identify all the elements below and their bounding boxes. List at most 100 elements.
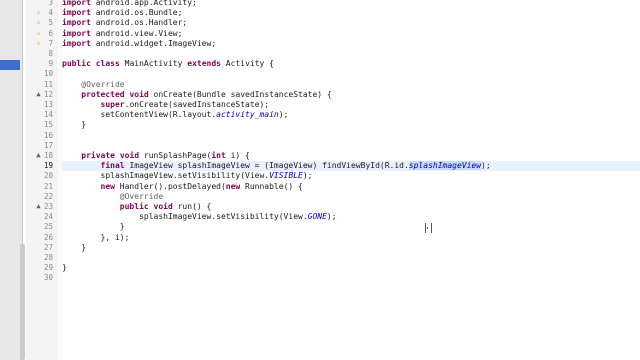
line-number: 25: [43, 222, 53, 232]
code-token: void: [129, 89, 149, 99]
code-line[interactable]: }: [62, 120, 640, 130]
code-token: import: [62, 18, 91, 28]
code-line[interactable]: import android.os.Bundle;: [62, 8, 640, 18]
code-token: }: [62, 242, 87, 252]
code-token: public: [119, 202, 149, 211]
code-token: protected: [81, 89, 125, 99]
code-line[interactable]: [62, 273, 640, 283]
line-number: 15: [43, 120, 53, 130]
code-token: import: [62, 8, 91, 18]
code-token: setContentView(R.layout.: [62, 110, 217, 120]
code-token: import: [62, 28, 91, 38]
code-token: splashImageView.setVisibility(View.: [62, 171, 270, 181]
line-number: 17: [43, 140, 53, 150]
warning-icon[interactable]: ⚠: [35, 39, 42, 47]
code-line[interactable]: }: [62, 222, 640, 232]
line-number: 19: [43, 161, 53, 171]
code-line[interactable]: new Handler().postDelayed(new Runnable()…: [62, 182, 640, 192]
warning-icon[interactable]: ⚠: [35, 29, 42, 37]
line-number: 11: [43, 79, 53, 89]
line-number: 27: [43, 242, 53, 252]
code-token: );: [326, 212, 337, 222]
code-token: }, i);: [62, 232, 130, 242]
code-line[interactable]: splashImageView.setVisibility(View.GONE)…: [62, 212, 640, 222]
override-indicator-icon[interactable]: ▲: [35, 90, 42, 98]
code-line[interactable]: [62, 69, 640, 79]
code-token: onCreate(Bundle savedInstanceState) {: [148, 89, 332, 99]
code-token: VISIBLE: [269, 171, 303, 181]
code-token: int: [211, 151, 226, 160]
code-line[interactable]: splashImageView.setVisibility(View.VISIB…: [62, 171, 640, 181]
code-token: void: [153, 202, 173, 211]
code-token: activity_main: [216, 110, 279, 120]
code-line[interactable]: [62, 131, 640, 141]
code-line[interactable]: super.onCreate(savedInstanceState);: [62, 100, 640, 110]
code-line[interactable]: [62, 141, 640, 151]
line-number: 16: [43, 130, 53, 140]
override-indicator-icon[interactable]: ▲: [35, 152, 42, 159]
code-token: class: [95, 59, 120, 69]
code-token: Runnable() {: [240, 181, 303, 191]
code-line[interactable]: import android.view.View;: [62, 29, 640, 39]
code-line[interactable]: final ImageView splashImageView = (Image…: [62, 161, 640, 172]
code-token: ImageView splashImageView = (ImageView) …: [124, 161, 409, 171]
line-number: 8: [48, 49, 53, 58]
line-number: 10: [43, 69, 53, 79]
code-token: android.view.View;: [90, 28, 183, 38]
code-line[interactable]: }: [62, 243, 640, 253]
line-number: 21: [43, 181, 53, 191]
line-number: 9: [48, 59, 53, 69]
code-line[interactable]: import android.app.Activity;: [62, 0, 640, 8]
code-token: );: [481, 161, 491, 171]
line-number: 13: [43, 100, 53, 109]
code-token: }: [62, 120, 87, 130]
warning-icon[interactable]: ⚠: [35, 19, 42, 26]
code-line[interactable]: import android.os.Handler;: [62, 18, 640, 28]
code-token: GONE: [307, 212, 327, 222]
override-indicator-icon[interactable]: ▲: [35, 203, 42, 210]
code-line[interactable]: setContentView(R.layout.activity_main);: [62, 110, 640, 120]
code-token: );: [278, 110, 289, 120]
text-cursor-icon: [425, 223, 432, 233]
code-token: android.widget.ImageView;: [90, 38, 217, 48]
line-number: 30: [43, 273, 53, 283]
code-token: i) {: [225, 151, 250, 160]
selected-tree-item[interactable]: [0, 60, 20, 70]
code-token: private: [81, 151, 115, 160]
code-line[interactable]: @Override: [62, 80, 640, 90]
code-editor[interactable]: import android.app.Activity; import andro…: [62, 0, 640, 360]
code-token: @Override: [81, 79, 125, 89]
code-token: splashImageView: [408, 161, 482, 171]
code-line[interactable]: [62, 253, 640, 263]
code-line[interactable]: private void runSplashPage(int i) {: [62, 151, 640, 161]
code-line[interactable]: import android.widget.ImageView;: [62, 39, 640, 49]
warning-icon[interactable]: ⚠: [35, 9, 42, 16]
code-line[interactable]: [62, 49, 640, 59]
code-line[interactable]: }, i);: [62, 233, 640, 243]
line-number: 14: [43, 110, 53, 120]
code-line[interactable]: public void run() {: [62, 202, 640, 212]
code-line[interactable]: }: [62, 263, 640, 273]
code-token: @Override: [119, 191, 164, 201]
code-line[interactable]: protected void onCreate(Bundle savedInst…: [62, 90, 640, 100]
code-token: android.os.Bundle;: [90, 8, 183, 18]
line-number: 28: [43, 253, 53, 262]
code-token: extends: [187, 59, 221, 69]
panel-scrollbar[interactable]: [20, 244, 25, 360]
code-line[interactable]: @Override: [62, 192, 640, 202]
code-token: MainActivity: [119, 59, 188, 69]
line-number: 22: [43, 191, 53, 201]
code-token: }: [62, 222, 125, 232]
line-number: 20: [43, 171, 53, 181]
code-line[interactable]: public class MainActivity extends Activi…: [62, 59, 640, 69]
code-token: android.os.Handler;: [90, 18, 188, 28]
code-token: super: [100, 100, 125, 109]
